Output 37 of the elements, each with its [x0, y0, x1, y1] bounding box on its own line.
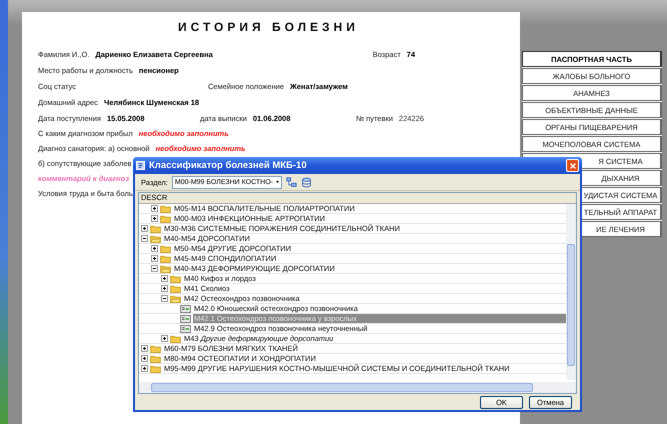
- close-icon: [568, 162, 576, 170]
- expand-icon[interactable]: [151, 245, 158, 252]
- expand-icon[interactable]: [141, 225, 148, 232]
- hierarchy-icon[interactable]: [286, 176, 297, 188]
- folder-icon: [160, 214, 171, 222]
- expand-icon[interactable]: [141, 345, 148, 352]
- folder-icon: [150, 354, 161, 362]
- close-button[interactable]: [566, 159, 579, 172]
- horizontal-scrollbar[interactable]: [139, 382, 576, 393]
- folder-icon: [160, 264, 171, 272]
- expand-icon[interactable]: [161, 275, 168, 282]
- vertical-scrollbar[interactable]: [566, 204, 576, 380]
- collapse-icon[interactable]: [141, 235, 148, 242]
- expand-icon[interactable]: [141, 355, 148, 362]
- folder-icon: [170, 274, 181, 282]
- expand-icon[interactable]: [151, 255, 158, 262]
- expand-icon[interactable]: [151, 215, 158, 222]
- folder-icon: [170, 334, 181, 342]
- collapse-icon[interactable]: [161, 295, 168, 302]
- folder-icon: [170, 284, 181, 292]
- database-icon[interactable]: [300, 176, 312, 188]
- expand-icon[interactable]: [151, 205, 158, 212]
- folder-icon: [160, 254, 171, 262]
- folder-icon: [150, 344, 161, 352]
- folder-icon: [150, 364, 161, 372]
- document-title: ИСТОРИЯ БОЛЕЗНИ: [177, 20, 360, 36]
- app-icon: [136, 161, 145, 170]
- expand-icon[interactable]: [161, 285, 168, 292]
- expand-icon[interactable]: [141, 365, 148, 372]
- folder-icon: [170, 294, 181, 302]
- folder-icon: [150, 224, 161, 232]
- folder-icon: [160, 244, 171, 252]
- folder-icon: [150, 234, 161, 242]
- dialog-title: Классификатор болезней МКБ-10: [149, 160, 308, 171]
- caret-icon: [276, 180, 279, 184]
- expand-icon[interactable]: [161, 335, 168, 342]
- collapse-icon[interactable]: [151, 265, 158, 272]
